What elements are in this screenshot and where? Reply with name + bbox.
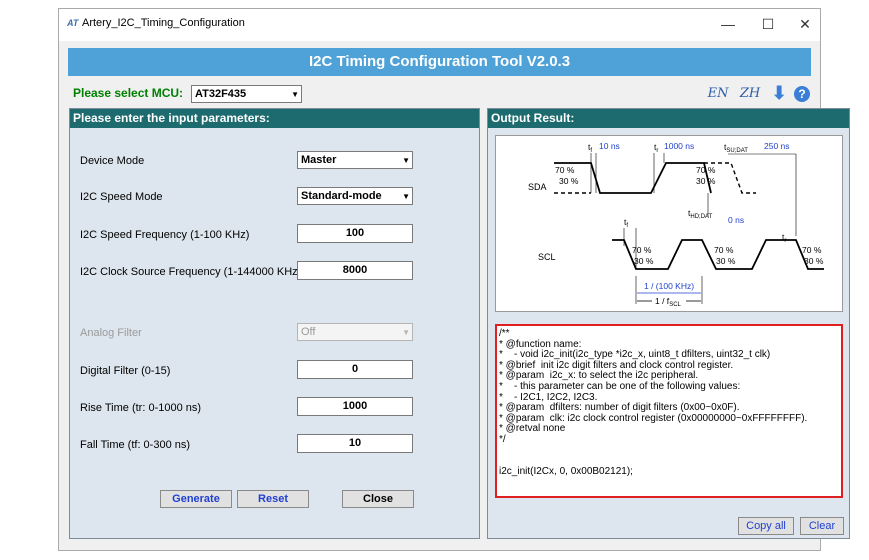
scl-tr-label: tr bbox=[782, 232, 786, 244]
sda-30pct-right-label: 30 % bbox=[696, 176, 716, 186]
sda-label: SDA bbox=[528, 182, 547, 192]
period-label: 1 / fSCL bbox=[655, 296, 682, 308]
fall-time-label: Fall Time (tf: 0-300 ns) bbox=[80, 439, 191, 451]
clock-freq-label: I2C Clock Source Frequency (1-144000 KHz… bbox=[80, 266, 302, 278]
digital-filter-label: Digital Filter (0-15) bbox=[80, 365, 171, 377]
tr-value: 1000 ns bbox=[664, 141, 694, 151]
code-output[interactable]: /** * @function name: * - void i2c_init(… bbox=[495, 324, 843, 498]
input-panel: Please enter the input parameters: Devic… bbox=[69, 108, 480, 539]
clock-freq-input[interactable]: 8000 bbox=[297, 261, 413, 280]
chevron-down-icon: ▼ bbox=[402, 192, 410, 201]
close-window-button[interactable]: ✕ bbox=[790, 12, 820, 38]
speed-mode-label: I2C Speed Mode bbox=[80, 191, 163, 203]
analog-filter-label: Analog Filter bbox=[80, 327, 142, 339]
chevron-down-icon: ▼ bbox=[402, 328, 410, 337]
tf-top-label: tf bbox=[588, 142, 592, 154]
rise-time-label: Rise Time (tr: 0-1000 ns) bbox=[80, 402, 202, 414]
tf-value: 10 ns bbox=[599, 141, 620, 151]
scl-70pct-2: 70 % bbox=[714, 245, 734, 255]
fall-time-input[interactable]: 10 bbox=[297, 434, 413, 453]
tsu-value: 250 ns bbox=[764, 141, 790, 151]
device-mode-value: Master bbox=[301, 154, 337, 166]
device-mode-label: Device Mode bbox=[80, 155, 145, 167]
device-mode-select[interactable]: Master ▼ bbox=[297, 151, 413, 169]
tool-title-banner: I2C Timing Configuration Tool V2.0.3 bbox=[68, 48, 811, 76]
speed-freq-label: I2C Speed Frequency (1-100 KHz) bbox=[80, 229, 250, 241]
speed-mode-value: Standard-mode bbox=[301, 190, 382, 202]
clear-button[interactable]: Clear bbox=[800, 517, 844, 535]
scl-30pct-3: 30 % bbox=[804, 256, 824, 266]
sda-70pct-label: 70 % bbox=[555, 165, 575, 175]
input-panel-title: Please enter the input parameters: bbox=[70, 109, 479, 128]
toolbar-icons: EN ZH ⬇ ? bbox=[708, 83, 810, 105]
window-title: Artery_I2C_Timing_Configuration bbox=[82, 17, 245, 29]
tr-top-label: tr bbox=[654, 142, 658, 154]
help-icon[interactable]: ? bbox=[794, 85, 810, 102]
chevron-down-icon: ▼ bbox=[402, 156, 410, 165]
scl-70pct-3: 70 % bbox=[802, 245, 822, 255]
mcu-select[interactable]: AT32F435 ▼ bbox=[191, 85, 302, 103]
analog-filter-select[interactable]: Off ▼ bbox=[297, 323, 413, 341]
thd-value: 0 ns bbox=[728, 215, 744, 225]
download-icon[interactable]: ⬇ bbox=[772, 83, 787, 104]
analog-filter-value: Off bbox=[301, 326, 316, 338]
tsu-label: tSU;DAT bbox=[724, 142, 748, 154]
app-icon: AT bbox=[67, 18, 79, 28]
close-button[interactable]: Close bbox=[342, 490, 414, 508]
speed-mode-select[interactable]: Standard-mode ▼ bbox=[297, 187, 413, 205]
lang-zh-button[interactable]: ZH bbox=[740, 86, 760, 101]
scl-70pct-1: 70 % bbox=[632, 245, 652, 255]
sda-30pct-label: 30 % bbox=[559, 176, 579, 186]
digital-filter-input[interactable]: 0 bbox=[297, 360, 413, 379]
scl-30pct-2: 30 % bbox=[716, 256, 736, 266]
sda-70pct-right-label: 70 % bbox=[696, 165, 716, 175]
mcu-label: Please select MCU: bbox=[73, 86, 184, 100]
reset-button[interactable]: Reset bbox=[237, 490, 309, 508]
timing-diagram: SDA 70 % 30 % 70 % 30 % tf 10 ns tr 1000… bbox=[495, 135, 843, 312]
app-window: AT Artery_I2C_Timing_Configuration — ☐ ✕… bbox=[58, 8, 850, 551]
thd-label: tHD;DAT bbox=[688, 208, 713, 220]
output-panel: Output Result: SDA 70 % 30 % 70 % 30 % t… bbox=[487, 108, 850, 539]
chevron-down-icon: ▼ bbox=[291, 90, 299, 99]
generate-button[interactable]: Generate bbox=[160, 490, 232, 508]
mcu-select-value: AT32F435 bbox=[195, 88, 247, 100]
output-panel-title: Output Result: bbox=[488, 109, 849, 128]
maximize-button[interactable]: ☐ bbox=[753, 12, 783, 38]
copy-all-button[interactable]: Copy all bbox=[738, 517, 794, 535]
mcu-row: Please select MCU: AT32F435 ▼ EN ZH ⬇ ? bbox=[69, 83, 810, 105]
timing-diagram-svg: SDA 70 % 30 % 70 % 30 % tf 10 ns tr 1000… bbox=[528, 141, 824, 308]
scl-tf-label: tf bbox=[624, 217, 628, 229]
speed-freq-input[interactable]: 100 bbox=[297, 224, 413, 243]
scl-label: SCL bbox=[538, 252, 556, 262]
period-value: 1 / (100 KHz) bbox=[644, 281, 694, 291]
scl-30pct-1: 30 % bbox=[634, 256, 654, 266]
rise-time-input[interactable]: 1000 bbox=[297, 397, 413, 416]
minimize-button[interactable]: — bbox=[713, 12, 743, 38]
title-bar: AT Artery_I2C_Timing_Configuration — ☐ ✕ bbox=[59, 9, 820, 41]
lang-en-button[interactable]: EN bbox=[708, 86, 729, 101]
